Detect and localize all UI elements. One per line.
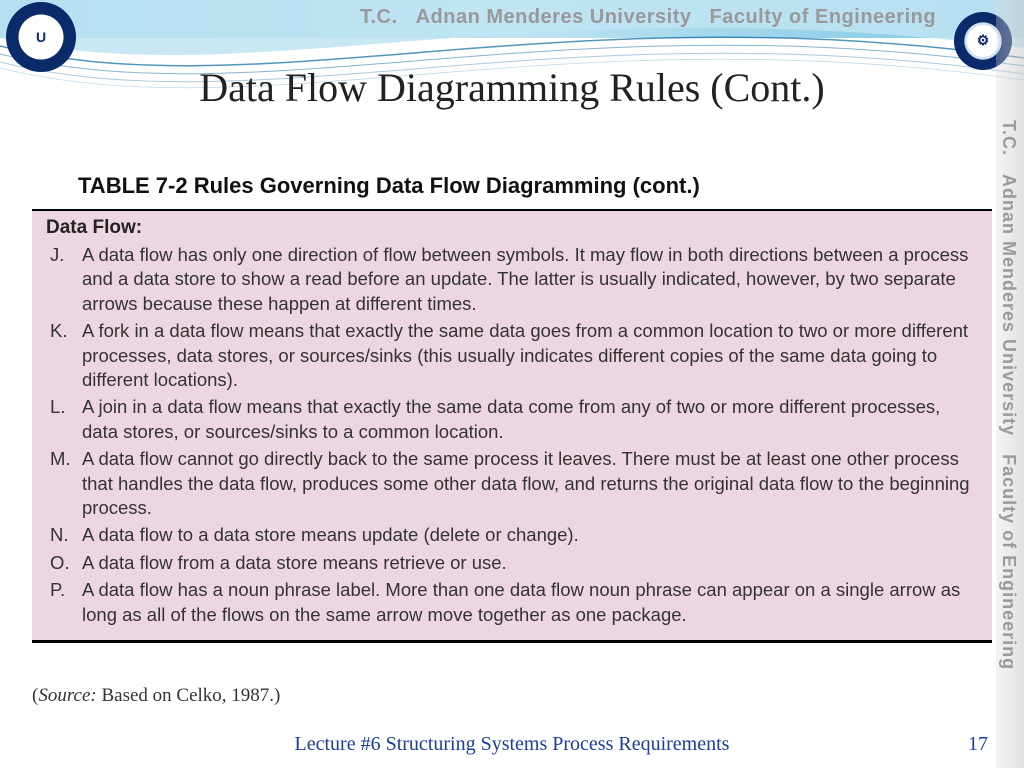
table-section-heading: Data Flow: [46, 217, 978, 239]
rule-row: O.A data flow from a data store means re… [46, 551, 978, 575]
rule-letter: K. [46, 319, 82, 392]
table-caption: TABLE 7-2 Rules Governing Data Flow Diag… [78, 173, 700, 199]
rule-text: A data flow from a data store means retr… [82, 551, 978, 575]
rule-text: A join in a data flow means that exactly… [82, 395, 978, 444]
rules-list: J.A data flow has only one direction of … [46, 243, 978, 627]
source-text: Based on Celko, 1987.) [97, 685, 281, 706]
rule-text: A data flow cannot go directly back to t… [82, 447, 978, 520]
page-number: 17 [968, 733, 988, 756]
strip-university: Adnan Menderes University [999, 174, 1019, 436]
rule-letter: N. [46, 523, 82, 547]
rule-letter: J. [46, 243, 82, 316]
rule-text: A data flow has only one direction of fl… [82, 243, 978, 316]
slide-title: Data Flow Diagramming Rules (Cont.) [0, 64, 1024, 111]
rule-letter: L. [46, 395, 82, 444]
strip-tc: T.C. [999, 120, 1019, 156]
right-watermark-strip: T.C. Adnan Menderes University Faculty o… [996, 0, 1024, 768]
source-attribution: (Source: Based on Celko, 1987.) [32, 685, 280, 707]
rule-letter: P. [46, 578, 82, 627]
footer-lecture-title: Lecture #6 Structuring Systems Process R… [0, 733, 1024, 756]
slide: T.C. Adnan Menderes University Faculty of … [0, 0, 1024, 768]
rule-letter: M. [46, 447, 82, 520]
rule-row: P.A data flow has a noun phrase label. M… [46, 578, 978, 627]
logo-right-inner: ⚙ [967, 25, 999, 57]
rule-row: N.A data flow to a data store means upda… [46, 523, 978, 547]
banner-tc: T.C. [360, 6, 398, 28]
banner-text: T.C. Adnan Menderes University Faculty of … [360, 6, 936, 29]
rule-row: L.A join in a data flow means that exact… [46, 395, 978, 444]
source-label: Source: [38, 685, 96, 706]
university-logo-left-icon: U [6, 2, 76, 72]
rule-row: K.A fork in a data flow means that exact… [46, 319, 978, 392]
strip-faculty: Faculty of Engineering [999, 454, 1019, 670]
logo-left-inner: U [22, 18, 61, 57]
rule-text: A fork in a data flow means that exactly… [82, 319, 978, 392]
rule-text: A data flow has a noun phrase label. Mor… [82, 578, 978, 627]
rule-text: A data flow to a data store means update… [82, 523, 978, 547]
rule-letter: O. [46, 551, 82, 575]
rule-row: M.A data flow cannot go directly back to… [46, 447, 978, 520]
banner-university: Adnan Menderes University [416, 6, 692, 28]
rule-row: J.A data flow has only one direction of … [46, 243, 978, 316]
right-strip-text: T.C. Adnan Menderes University Faculty o… [998, 120, 1019, 670]
banner-faculty: Faculty of Engineering [709, 6, 936, 28]
rules-table: Data Flow: J.A data flow has only one di… [32, 209, 992, 643]
